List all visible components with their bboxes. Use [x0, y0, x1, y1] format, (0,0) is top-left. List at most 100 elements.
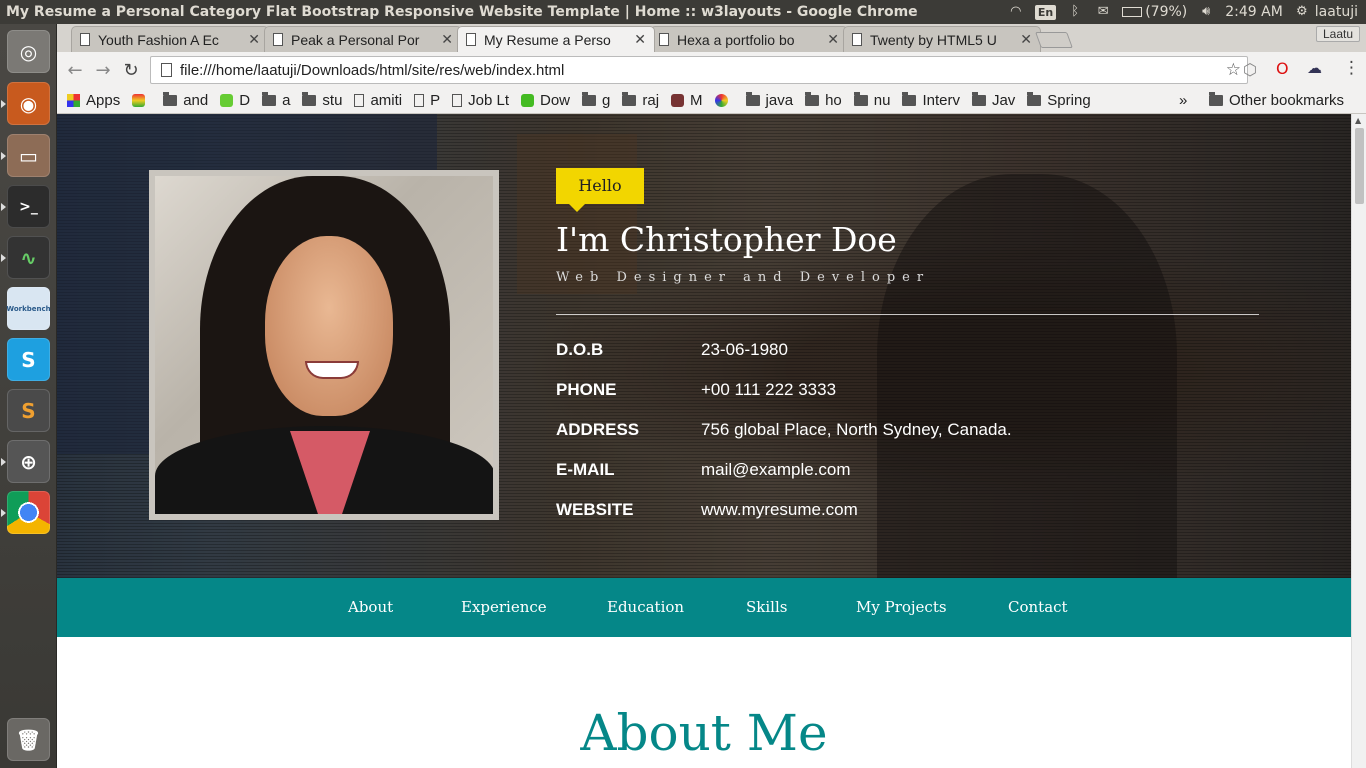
bookmark-folder[interactable]: Interv — [902, 92, 960, 109]
bookmark-folder[interactable]: Jav — [971, 92, 1015, 109]
nav-education[interactable]: Education — [607, 598, 684, 616]
nav-about[interactable]: About — [348, 598, 393, 616]
wifi-icon[interactable]: ◠ — [1007, 4, 1025, 20]
bookmark-site[interactable]: Dow — [521, 92, 570, 109]
tab-my-resume[interactable]: My Resume a Perso ✕ — [457, 26, 655, 52]
trash-icon[interactable]: 🗑︎ — [7, 718, 50, 761]
tab-twenty-html5[interactable]: Twenty by HTML5 U ✕ — [843, 26, 1041, 52]
tab-label: Hexa a portfolio bo — [677, 31, 795, 48]
terminal-icon[interactable]: >_ — [1, 185, 50, 228]
bookmark-page[interactable]: P — [414, 92, 440, 109]
bookmark-apps[interactable]: Apps — [67, 92, 120, 109]
folder-icon — [1208, 92, 1223, 106]
bluetooth-icon[interactable]: ᛒ — [1066, 4, 1084, 20]
folder-icon — [805, 92, 820, 106]
bookmark-folder[interactable]: and — [163, 92, 208, 109]
folder-icon — [582, 92, 597, 106]
back-button[interactable]: ← — [61, 60, 89, 81]
bookmark-star-icon[interactable]: ☆ — [1226, 60, 1241, 80]
bookmark-folder[interactable]: nu — [853, 92, 890, 109]
session-menu[interactable]: ⚙ laatuji — [1293, 4, 1358, 20]
reload-button[interactable]: ↻ — [117, 60, 145, 81]
bookmark-folder[interactable]: g — [582, 92, 610, 109]
page-icon — [354, 94, 365, 107]
bookmark-folder[interactable]: raj — [622, 92, 659, 109]
swirl-icon — [714, 94, 728, 107]
folder-icon — [971, 92, 986, 106]
new-tab-button[interactable] — [1035, 32, 1073, 48]
hero-divider — [556, 314, 1259, 315]
tab-hexa-portfolio[interactable]: Hexa a portfolio bo ✕ — [650, 26, 848, 52]
clock[interactable]: 2:49 AM — [1225, 4, 1283, 20]
bookmark-site[interactable]: M — [671, 92, 703, 109]
info-row-email: E-MAIL mail@example.com — [556, 460, 1256, 482]
scroll-up-arrow-icon[interactable]: ▲ — [1355, 116, 1361, 125]
bookmark-page[interactable]: Job Lt — [452, 92, 509, 109]
photo-face — [265, 236, 393, 416]
chrome-icon[interactable] — [1, 491, 50, 534]
info-key: PHONE — [556, 380, 617, 399]
page-icon — [273, 33, 283, 46]
avatar-icon — [671, 94, 685, 107]
info-value[interactable]: mail@example.com — [701, 460, 851, 480]
bookmark-folder[interactable]: ho — [805, 92, 842, 109]
firefox-icon[interactable]: ◉ — [1, 82, 50, 125]
opera-extension-icon[interactable]: O — [1276, 59, 1289, 78]
battery-indicator[interactable]: (79%) — [1122, 4, 1187, 20]
volume-icon[interactable]: 🔊︎ — [1197, 4, 1215, 20]
bookmark-site[interactable] — [714, 94, 734, 107]
files-icon[interactable]: ▭ — [1, 134, 50, 177]
close-icon[interactable]: ✕ — [634, 31, 646, 48]
info-row-website: WEBSITE www.myresume.com — [556, 500, 1256, 522]
bookmark-download[interactable]: D — [220, 92, 250, 109]
ubuntu-dash-icon[interactable]: ◎ — [7, 30, 50, 73]
address-bar[interactable]: file:///home/laatuji/Downloads/html/site… — [150, 56, 1248, 84]
cloud-extension-icon[interactable]: ☁ — [1307, 59, 1322, 77]
folder-icon — [1027, 92, 1042, 106]
software-updater-icon[interactable]: ⊕ — [1, 440, 50, 483]
close-icon[interactable]: ✕ — [827, 31, 839, 48]
tab-peak-personal[interactable]: Peak a Personal Por ✕ — [264, 26, 462, 52]
folder-icon — [902, 92, 917, 106]
bookmark-rainbow-icon[interactable] — [132, 94, 151, 107]
sublime-text-icon[interactable]: S — [7, 389, 50, 432]
close-icon[interactable]: ✕ — [441, 31, 453, 48]
keyboard-layout-indicator[interactable]: En — [1034, 4, 1057, 20]
bookmark-folder[interactable]: a — [262, 92, 290, 109]
extension-cube-icon[interactable]: ⬡ — [1243, 60, 1257, 79]
nav-experience[interactable]: Experience — [461, 598, 547, 616]
tab-strip: Youth Fashion A Ec ✕ Peak a Personal Por… — [57, 24, 1366, 52]
bookmark-folder[interactable]: stu — [302, 92, 342, 109]
close-icon[interactable]: ✕ — [1020, 31, 1032, 48]
mysql-workbench-icon[interactable]: Workbench — [6, 287, 51, 330]
nav-contact[interactable]: Contact — [1008, 598, 1068, 616]
menu-kebab-icon[interactable]: ⋮ — [1343, 58, 1360, 78]
tab-youth-fashion[interactable]: Youth Fashion A Ec ✕ — [71, 26, 269, 52]
apps-grid-icon — [67, 94, 80, 107]
window-title: My Resume a Personal Category Flat Boots… — [6, 4, 918, 20]
bookmark-folder[interactable]: java — [745, 92, 793, 109]
battery-percent: (79%) — [1145, 4, 1188, 20]
system-monitor-icon[interactable]: ∿ — [1, 236, 50, 279]
profile-button[interactable]: Laatu — [1315, 26, 1360, 42]
forward-button[interactable]: → — [89, 60, 117, 81]
bookmark-page[interactable]: amiti — [354, 92, 402, 109]
bookmarks-bar: Apps and D a stu amiti P Job Lt Dow g ra… — [57, 88, 1366, 114]
scrollbar-thumb[interactable] — [1355, 128, 1364, 204]
info-value[interactable]: www.myresume.com — [701, 500, 858, 520]
hero-name: I'm Christopher Doe — [556, 220, 897, 259]
other-bookmarks[interactable]: Other bookmarks — [1208, 92, 1344, 109]
bookmark-folder[interactable]: Spring — [1027, 92, 1091, 109]
mail-icon[interactable]: ✉ — [1094, 4, 1112, 20]
info-value: 756 global Place, North Sydney, Canada. — [701, 420, 1012, 439]
skype-icon[interactable]: S — [7, 338, 50, 381]
info-key: WEBSITE — [556, 500, 634, 519]
page-icon — [80, 33, 90, 46]
nav-skills[interactable]: Skills — [746, 598, 787, 616]
page-icon — [161, 63, 172, 77]
close-icon[interactable]: ✕ — [248, 31, 260, 48]
nav-my-projects[interactable]: My Projects — [856, 598, 947, 616]
page-scrollbar[interactable]: ▲ — [1351, 114, 1366, 768]
bookmarks-overflow-button[interactable]: » — [1179, 92, 1187, 109]
chrome-window: Youth Fashion A Ec ✕ Peak a Personal Por… — [57, 24, 1366, 768]
